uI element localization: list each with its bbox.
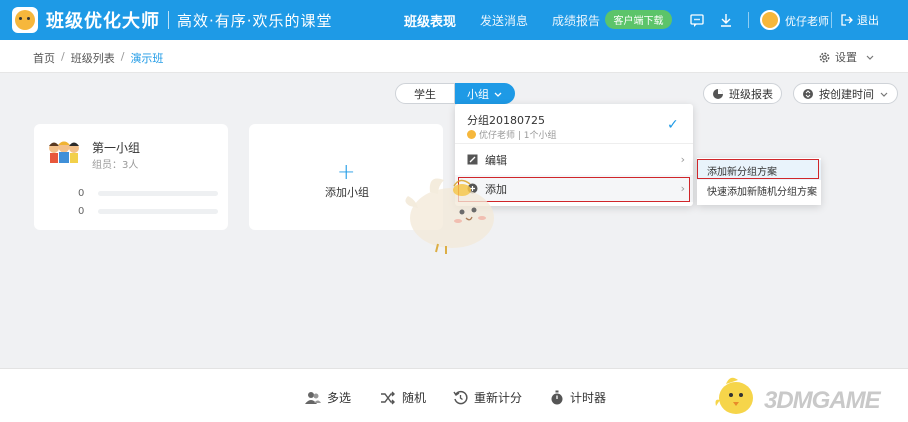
pie-chart-icon [713, 88, 723, 99]
tab-groups[interactable]: 小组 [455, 83, 515, 104]
scheme-meta: 优仔老师 | 1个小组 [467, 128, 556, 141]
settings-label: 设置 [835, 51, 857, 64]
plus-icon: + [337, 160, 356, 185]
shuffle-icon [381, 391, 395, 404]
score-value: 0 [78, 206, 85, 217]
app-title: 班级优化大师 [46, 11, 160, 32]
main-nav: 班级表现 发送消息 成绩报告 [404, 0, 624, 40]
title-divider [168, 11, 169, 29]
multi-select-label: 多选 [327, 391, 352, 405]
logout-icon [841, 14, 853, 26]
user-avatar[interactable] [760, 10, 780, 30]
header-separator [831, 12, 832, 28]
header-separator [748, 12, 749, 28]
rescore-label: 重新计分 [474, 391, 523, 405]
score-row: 0 [78, 206, 218, 217]
reset-icon [453, 390, 468, 405]
sort-dropdown[interactable]: 按创建时间 [793, 83, 898, 104]
tab-students[interactable]: 学生 [395, 83, 455, 104]
logout-label: 退出 [857, 14, 879, 27]
app-slogan: 高效·有序·欢乐的课堂 [177, 11, 333, 30]
score-bar [98, 209, 218, 214]
scheme-name: 分组20180725 [467, 114, 545, 127]
nav-class-performance[interactable]: 班级表现 [404, 11, 456, 30]
breadcrumb-bar: 首页 / 班级列表 / 演示班 设置 [0, 40, 908, 73]
breadcrumb: 首页 / 班级列表 / 演示班 [33, 50, 169, 66]
multi-select-button[interactable]: 多选 [305, 389, 351, 406]
app-logo[interactable] [12, 7, 38, 33]
tab-groups-label: 小组 [467, 87, 489, 101]
avatar-face-icon [762, 12, 778, 28]
view-tabs: 学生 小组 [395, 83, 515, 104]
teacher-avatar-icon [467, 130, 476, 139]
gear-icon [819, 52, 830, 62]
group-name: 第一小组 [92, 141, 141, 155]
site-watermark: 3DMGAME [712, 370, 902, 420]
message-icon[interactable] [689, 12, 705, 28]
chevron-right-icon: › [680, 153, 685, 166]
users-icon [305, 391, 321, 404]
breadcrumb-current: 演示班 [130, 52, 164, 65]
chick-logo-icon [715, 377, 753, 414]
breadcrumb-separator: / [120, 50, 125, 63]
group-card[interactable]: 第一小组 组员：3人 0 0 [34, 124, 228, 230]
breadcrumb-separator: / [61, 50, 65, 63]
user-name[interactable]: 优仔老师 [785, 13, 829, 29]
client-download-button[interactable]: 客户端下载 [605, 10, 672, 29]
breadcrumb-home[interactable]: 首页 [33, 50, 55, 66]
rescore-button[interactable]: 重新计分 [453, 389, 522, 406]
mascot-watermark-icon [405, 178, 494, 254]
score-bar [98, 191, 218, 196]
nav-score-report[interactable]: 成绩报告 [552, 12, 600, 29]
class-report-button[interactable]: 班级报表 [703, 83, 782, 104]
check-icon: ✓ [667, 117, 679, 133]
chevron-down-icon [494, 92, 502, 97]
mascot-face-icon [15, 10, 35, 30]
scheme-meta-text: 优仔老师 | 1个小组 [479, 131, 557, 141]
sort-label: 按创建时间 [819, 87, 874, 101]
edit-icon [467, 154, 478, 165]
timer-button[interactable]: 计时器 [550, 389, 606, 406]
logout-button[interactable]: 退出 [841, 12, 879, 28]
add-group-label: 添加小组 [325, 186, 369, 199]
score-row: 0 [78, 188, 218, 199]
chevron-down-icon [880, 92, 888, 97]
group-scheme-item[interactable]: 分组20180725 优仔老师 | 1个小组 ✓ [455, 104, 693, 144]
group-member-count: 组员：3人 [92, 160, 139, 171]
watermark-text: 3DMGAME [764, 387, 881, 414]
random-button[interactable]: 随机 [380, 389, 426, 406]
download-icon[interactable] [718, 12, 734, 28]
sort-icon [803, 88, 813, 99]
stopwatch-icon [551, 390, 563, 405]
nav-send-message[interactable]: 发送消息 [480, 12, 528, 29]
chevron-down-icon [866, 55, 874, 60]
score-value: 0 [78, 188, 85, 199]
group-avatars-icon [49, 141, 79, 163]
highlight-box [697, 159, 819, 179]
settings-menu[interactable]: 设置 [818, 49, 875, 65]
class-report-label: 班级报表 [729, 87, 773, 101]
submenu-random-scheme[interactable]: 快速添加新随机分组方案 [697, 180, 821, 200]
random-label: 随机 [402, 391, 427, 405]
timer-label: 计时器 [570, 391, 607, 405]
breadcrumb-class-list[interactable]: 班级列表 [71, 50, 115, 66]
